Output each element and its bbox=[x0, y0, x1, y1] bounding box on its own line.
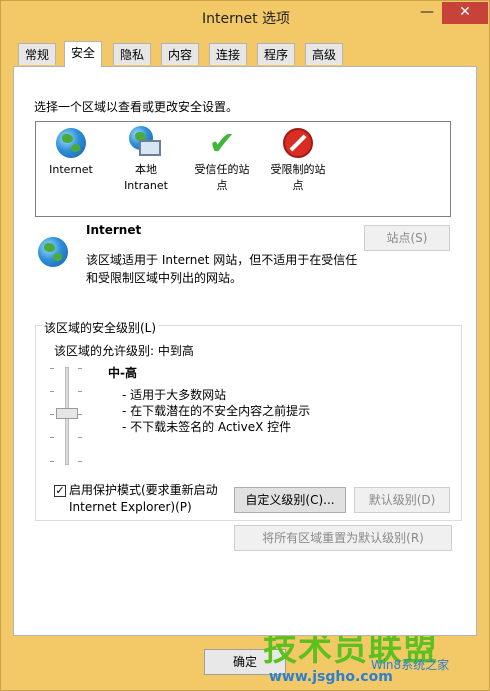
security-level-title: 该区域的安全级别(L) bbox=[42, 319, 159, 336]
allowed-level-text: 该区域的允许级别: 中到高 bbox=[54, 344, 194, 358]
reset-all-zones-button[interactable]: 将所有区域重置为默认级别(R) bbox=[234, 525, 452, 551]
tab-general[interactable]: 常规 bbox=[18, 43, 57, 65]
zone-list: Internet 本地 Intranet ✔ 受信任的站 点 受限制的站 点 bbox=[35, 121, 451, 217]
level-name: 中-高 bbox=[108, 366, 137, 380]
custom-level-button[interactable]: 自定义级别(C)... bbox=[234, 487, 346, 513]
level-bullets: - 适用于大多数网站 - 在下载潜在的不安全内容之前提示 - 不下载未签名的 A… bbox=[122, 387, 310, 435]
level-bullet: - 不下载未签名的 ActiveX 控件 bbox=[122, 420, 292, 434]
tab-content[interactable]: 内容 bbox=[161, 43, 200, 65]
tab-connections[interactable]: 连接 bbox=[209, 43, 248, 65]
selected-zone-description: 该区域适用于 Internet 网站，但不适用于在受信任 和受限制区域中列出的网… bbox=[86, 253, 358, 285]
selected-zone-name: Internet bbox=[86, 223, 142, 237]
tab-security[interactable]: 安全 bbox=[64, 41, 103, 67]
selected-zone-globe-icon bbox=[36, 235, 70, 269]
internet-options-window: Internet 选项 — ✕ 常规 安全 隐私 内容 连接 程序 高级 选择一… bbox=[0, 0, 490, 691]
zone-label: 本地 Intranet bbox=[124, 163, 168, 192]
level-bullet: - 在下载潜在的不安全内容之前提示 bbox=[122, 404, 311, 418]
zone-internet[interactable]: Internet bbox=[35, 126, 107, 178]
security-level-slider-thumb[interactable] bbox=[56, 408, 78, 419]
tab-privacy[interactable]: 隐私 bbox=[113, 43, 152, 65]
default-level-button[interactable]: 默认级别(D) bbox=[354, 487, 450, 513]
level-bullet: - 适用于大多数网站 bbox=[122, 388, 227, 402]
zone-local-intranet[interactable]: 本地 Intranet bbox=[110, 126, 182, 194]
zone-restricted-sites[interactable]: 受限制的站 点 bbox=[262, 126, 334, 194]
globe-icon bbox=[54, 126, 88, 160]
local-intranet-icon bbox=[129, 126, 163, 160]
restricted-sites-icon bbox=[281, 126, 315, 160]
protected-mode-checkbox[interactable]: ✓ bbox=[54, 485, 66, 497]
zone-trusted-sites[interactable]: ✔ 受信任的站 点 bbox=[186, 126, 258, 194]
zone-label: 受信任的站 点 bbox=[194, 163, 250, 192]
minimize-button[interactable]: — bbox=[413, 2, 441, 24]
security-panel: 选择一个区域以查看或更改安全设置。 Internet 本地 Intranet ✔… bbox=[13, 66, 477, 636]
title-bar[interactable]: Internet 选项 — ✕ bbox=[1, 1, 490, 33]
zone-prompt: 选择一个区域以查看或更改安全设置。 bbox=[34, 100, 239, 114]
tab-advanced[interactable]: 高级 bbox=[305, 43, 344, 65]
protected-mode-label: 启用保护模式(要求重新启动 Internet Explorer)(P) bbox=[69, 483, 218, 514]
tab-programs[interactable]: 程序 bbox=[257, 43, 296, 65]
trusted-sites-icon: ✔ bbox=[208, 124, 236, 162]
sites-button[interactable]: 站点(S) bbox=[364, 225, 450, 251]
zone-label: Internet bbox=[49, 163, 93, 176]
watermark-url: www.jsgho.com bbox=[269, 669, 393, 685]
close-button[interactable]: ✕ bbox=[442, 2, 488, 24]
zone-label: 受限制的站 点 bbox=[270, 163, 326, 192]
